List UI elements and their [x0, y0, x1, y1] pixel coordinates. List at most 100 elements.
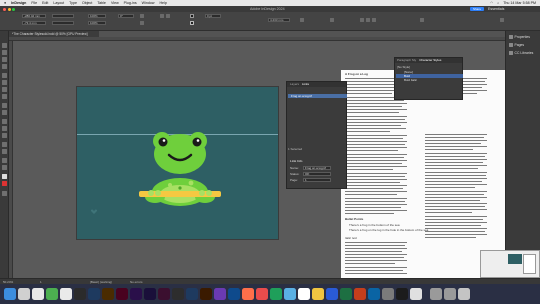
menu-object[interactable]: Object [82, 1, 92, 5]
page-thumbnail[interactable] [480, 250, 540, 278]
menu-view[interactable]: View [111, 1, 119, 5]
acrobat-icon[interactable] [172, 288, 184, 300]
text-heading[interactable]: A Frog on a Log [345, 72, 368, 76]
apple-menu-icon[interactable]: ● [4, 1, 6, 5]
premiere-icon[interactable] [130, 288, 142, 300]
menu-type[interactable]: Type [69, 1, 77, 5]
terminal-icon[interactable] [396, 288, 408, 300]
select-container-icon[interactable] [160, 14, 164, 18]
menu-file[interactable]: File [31, 1, 37, 5]
creative-cloud-icon[interactable] [74, 288, 86, 300]
calendar-icon[interactable] [298, 288, 310, 300]
rectangle-tool-icon[interactable] [2, 110, 7, 115]
eyedropper-tool-icon[interactable] [2, 149, 7, 154]
zoom-app-icon[interactable] [368, 288, 380, 300]
panel-menu-icon[interactable] [500, 18, 504, 22]
xd-icon[interactable] [158, 288, 170, 300]
podcasts-icon[interactable] [242, 288, 254, 300]
rotation-field[interactable]: 0° [118, 14, 134, 18]
stroke-swatch-icon[interactable] [190, 21, 194, 25]
workspace-switcher[interactable]: Essentials [488, 7, 504, 11]
stroke-color-icon[interactable] [2, 181, 7, 186]
line-tool-icon[interactable] [2, 80, 7, 85]
properties-panel-item[interactable]: Properties [509, 35, 530, 39]
menu-plugins[interactable]: Plug-ins [124, 1, 137, 5]
messages-icon[interactable] [46, 288, 58, 300]
direct-selection-tool-icon[interactable] [2, 50, 7, 55]
pen-tool-icon[interactable] [2, 87, 7, 92]
tab-paragraph-styles[interactable]: Paragraph Sty [397, 58, 416, 63]
music-icon[interactable] [256, 288, 268, 300]
hand-tool-icon[interactable] [2, 158, 7, 163]
bullet-item-1[interactable]: There's a frog in the bottom of the sea [349, 223, 400, 227]
menu-layout[interactable]: Layout [53, 1, 64, 5]
tab-character-styles[interactable]: Character Styles [419, 58, 441, 63]
indesign-icon[interactable] [116, 288, 128, 300]
mail-icon[interactable] [284, 288, 296, 300]
type-tool-icon[interactable] [2, 73, 7, 78]
scissors-tool-icon[interactable] [2, 119, 7, 124]
menu-window[interactable]: Window [142, 1, 155, 5]
search-icon[interactable]: ⌕ [497, 1, 499, 5]
selection-tool-icon[interactable] [2, 43, 7, 48]
zoom-window-icon[interactable] [12, 7, 15, 11]
stroke-weight-field[interactable]: 0 pt [205, 14, 221, 18]
fit-content-icon[interactable] [366, 18, 370, 22]
facetime-icon[interactable] [270, 288, 282, 300]
chrome-icon[interactable] [60, 288, 72, 300]
preview-icon[interactable] [410, 288, 422, 300]
wifi-icon[interactable]: ◠ [490, 1, 493, 5]
link-info-heading[interactable]: Link Info [290, 159, 303, 163]
flip-vertical-icon[interactable] [140, 21, 144, 25]
menu-table[interactable]: Table [97, 1, 106, 5]
rectangle-frame-tool-icon[interactable] [2, 103, 7, 108]
pages-panel-item[interactable]: Pages [509, 43, 524, 47]
bullet-item-2[interactable]: There's a frog on the log in the hole in… [349, 228, 428, 232]
window-controls[interactable] [3, 7, 15, 11]
documents-icon[interactable] [444, 288, 456, 300]
zoom-tool-icon[interactable] [2, 165, 7, 170]
select-content-icon[interactable] [166, 14, 170, 18]
stroke-width-field[interactable]: 4.233 mm [268, 18, 290, 22]
fitting-icon[interactable] [360, 18, 364, 22]
menu-help[interactable]: Help [159, 1, 166, 5]
screen-mode-icon[interactable] [2, 191, 7, 196]
text-wrap-icon[interactable] [330, 18, 334, 22]
system-settings-icon[interactable] [382, 288, 394, 300]
style-row-bold-italic[interactable]: Bold Italic [396, 78, 463, 82]
animate-icon[interactable] [214, 288, 226, 300]
notes-icon[interactable] [312, 288, 324, 300]
x-position-field[interactable]: -280.42 mm [22, 14, 46, 18]
word-icon[interactable] [326, 288, 338, 300]
powerpoint-icon[interactable] [354, 288, 366, 300]
cc-libraries-panel-item[interactable]: CC Libraries [509, 51, 533, 55]
tab-layers[interactable]: Layers [290, 82, 299, 87]
launchpad-icon[interactable] [18, 288, 30, 300]
minimize-window-icon[interactable] [7, 7, 11, 11]
fill-swatch-icon[interactable] [190, 14, 194, 18]
document-page-1[interactable] [76, 86, 279, 240]
note-tool-icon[interactable] [2, 142, 7, 147]
page-tool-icon[interactable] [2, 57, 7, 62]
illustrator-icon[interactable] [102, 288, 114, 300]
gradient-tool-icon[interactable] [2, 133, 7, 138]
safari-icon[interactable] [32, 288, 44, 300]
width-field[interactable] [52, 14, 74, 18]
app-store-icon[interactable] [228, 288, 240, 300]
downloads-icon[interactable] [430, 288, 442, 300]
y-position-field[interactable]: -73.4 mm [22, 21, 46, 25]
link-row[interactable]: Frog on a log.tif [288, 94, 347, 98]
scale-y-field[interactable]: 100% [88, 21, 106, 25]
finder-icon[interactable] [4, 288, 16, 300]
document-page-2[interactable]: A Frog on a Log Bullet Points There's a … [341, 70, 505, 278]
flip-horizontal-icon[interactable] [140, 14, 144, 18]
fill-color-icon[interactable] [2, 174, 7, 179]
gap-tool-icon[interactable] [2, 64, 7, 69]
lightroom-icon[interactable] [186, 288, 198, 300]
free-transform-tool-icon[interactable] [2, 126, 7, 131]
frog-image[interactable] [77, 87, 280, 241]
fit-frame-icon[interactable] [372, 18, 376, 22]
italic-text[interactable]: Italic text [345, 236, 357, 240]
height-field[interactable] [52, 21, 74, 25]
close-window-icon[interactable] [3, 7, 6, 11]
